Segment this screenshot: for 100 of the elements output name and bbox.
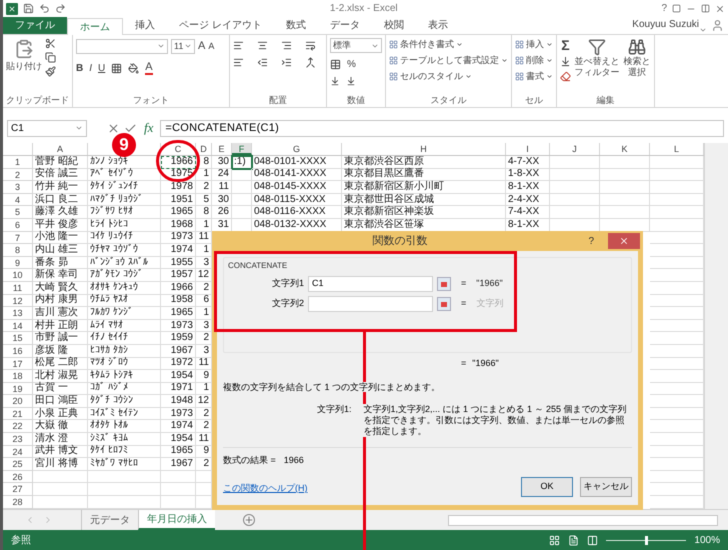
style-menu-button[interactable]: テーブルとして書式設定 [389, 54, 508, 67]
style-menu-button[interactable]: セルのスタイル [389, 70, 508, 83]
zoom-level[interactable]: 100% [694, 532, 720, 548]
vertical-scrollbar[interactable] [704, 143, 728, 509]
align-left-icon[interactable] [233, 57, 244, 68]
increase-indent-icon[interactable] [281, 57, 292, 68]
row-header[interactable]: 12 [3, 294, 33, 308]
save-icon[interactable] [23, 3, 34, 14]
row-header[interactable]: 21 [3, 408, 33, 420]
ribbon-tab[interactable]: 表示 [416, 17, 460, 34]
range-picker-icon[interactable] [437, 277, 451, 291]
row-header[interactable]: 3 [3, 181, 33, 194]
help-button[interactable]: ? [661, 1, 667, 16]
row-header[interactable]: 15 [3, 332, 33, 345]
row-header[interactable]: 19 [3, 382, 33, 396]
format-painter-icon[interactable] [45, 66, 56, 77]
cut-icon[interactable] [45, 38, 56, 49]
row-header[interactable]: 10 [3, 269, 33, 282]
row-header[interactable]: 1 [3, 156, 33, 169]
ribbon-tab[interactable]: ホーム [67, 18, 123, 35]
find-select-button[interactable]: 検索と選択 [623, 38, 651, 78]
shrink-font-button[interactable]: A [208, 40, 214, 53]
ribbon-tab[interactable]: ページ レイアウト [167, 17, 274, 34]
copy-icon[interactable] [45, 52, 56, 63]
percent-button[interactable]: % [347, 57, 356, 72]
zoom-slider-thumb[interactable] [644, 536, 648, 544]
row-header[interactable]: 9 [3, 256, 33, 270]
avatar-icon[interactable] [711, 19, 724, 32]
font-name-field[interactable] [76, 38, 168, 54]
ribbon-tab[interactable]: 挿入 [123, 17, 167, 34]
enter-icon[interactable] [124, 122, 137, 134]
insert-function-button[interactable]: fx [141, 121, 156, 135]
cell-menu-button[interactable]: 書式 [515, 70, 553, 83]
row-header[interactable]: 26 [3, 470, 33, 484]
page-layout-icon[interactable] [568, 534, 580, 546]
row-header[interactable]: 8 [3, 244, 33, 257]
column-header[interactable]: H [342, 143, 506, 155]
fill-color-icon[interactable] [128, 62, 140, 74]
argument-field[interactable]: C1 [308, 276, 433, 292]
fill-icon[interactable] [560, 56, 571, 67]
add-sheet-icon[interactable] [243, 514, 255, 526]
row-header[interactable]: 17 [3, 358, 33, 370]
row-header[interactable]: 22 [3, 420, 33, 434]
help-button[interactable]: ? [588, 234, 594, 248]
row-header[interactable]: 4 [3, 194, 33, 206]
row-header[interactable]: 27 [3, 483, 33, 496]
row-header[interactable]: 14 [3, 320, 33, 332]
align-middle-icon[interactable] [257, 40, 268, 51]
cancel-button[interactable]: キャンセル [580, 477, 632, 497]
normal-view-icon[interactable] [549, 534, 560, 546]
eraser-icon[interactable] [560, 71, 571, 82]
cell-menu-button[interactable]: 挿入 [515, 38, 553, 51]
formula-field[interactable]: =CONCATENATE(C1) [160, 120, 724, 136]
argument-field[interactable] [308, 296, 433, 312]
row-header[interactable]: 24 [3, 446, 33, 458]
row-header[interactable]: 7 [3, 232, 33, 244]
row-header[interactable]: 13 [3, 307, 33, 320]
name-box[interactable]: C1 [7, 120, 87, 136]
bold-button[interactable]: B [76, 60, 84, 76]
align-top-icon[interactable] [233, 40, 244, 51]
ribbon-tab[interactable]: 数式 [274, 17, 318, 34]
row-header[interactable]: 20 [3, 395, 33, 408]
row-header[interactable]: 25 [3, 458, 33, 471]
cell-menu-button[interactable]: 削除 [515, 54, 553, 67]
borders-icon[interactable] [111, 62, 122, 74]
column-header[interactable]: F [232, 143, 252, 155]
align-bottom-icon[interactable] [281, 40, 292, 51]
wrap-text-icon[interactable] [305, 40, 316, 51]
row-header[interactable]: 18 [3, 370, 33, 383]
close-button[interactable] [608, 233, 640, 249]
help-link[interactable]: この関数のヘルプ(H) [223, 483, 308, 493]
style-menu-button[interactable]: 条件付き書式 [389, 38, 508, 51]
cancel-icon[interactable] [107, 122, 120, 134]
column-header[interactable]: K [600, 143, 650, 155]
number-format-field[interactable]: 標準 [330, 38, 382, 53]
underline-button[interactable]: U [98, 60, 106, 76]
redo-icon[interactable] [55, 3, 66, 14]
italic-button[interactable]: I [89, 60, 92, 76]
font-color-button[interactable]: A [145, 62, 153, 74]
restore-icon[interactable] [701, 4, 710, 13]
ribbon-display-icon[interactable] [672, 4, 681, 13]
ribbon-tab[interactable]: データ [318, 17, 372, 34]
column-header[interactable]: J [550, 143, 600, 155]
row-header[interactable]: 5 [3, 206, 33, 219]
horizontal-scrollbar[interactable] [448, 514, 718, 526]
ribbon-tab[interactable]: ファイル [3, 17, 67, 34]
column-header[interactable]: C [161, 143, 196, 155]
close-icon[interactable] [715, 4, 725, 14]
column-header[interactable]: I [506, 143, 550, 155]
ribbon-tab[interactable]: 校閲 [372, 17, 416, 34]
ok-button[interactable]: OK [521, 477, 573, 497]
column-header[interactable]: G [252, 143, 342, 155]
sheet-tab[interactable]: 年月日の挿入 [138, 510, 215, 530]
row-header[interactable]: 2 [3, 168, 33, 182]
paste-button[interactable]: 貼り付け [6, 38, 42, 74]
page-break-icon[interactable] [587, 534, 598, 546]
undo-icon[interactable] [39, 3, 50, 14]
sort-filter-button[interactable]: 並べ替えとフィルター [574, 38, 620, 78]
range-picker-icon[interactable] [437, 297, 451, 311]
decrease-indent-icon[interactable] [257, 57, 268, 68]
